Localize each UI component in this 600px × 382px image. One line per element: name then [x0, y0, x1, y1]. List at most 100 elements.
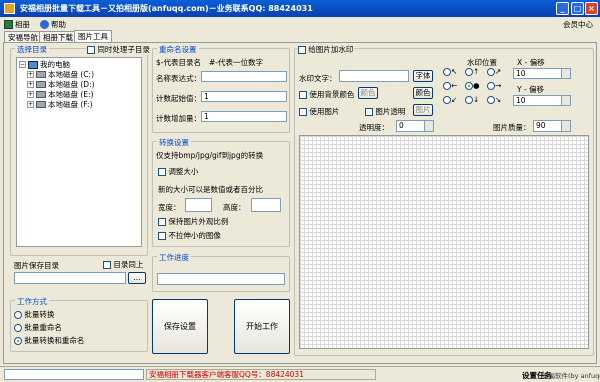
process-subdirs-box[interactable] — [87, 46, 95, 54]
close-button[interactable]: × — [585, 2, 598, 15]
collapse-icon[interactable]: − — [19, 61, 26, 68]
process-subdirs-checkbox[interactable]: 同时处理子目录 — [86, 44, 151, 55]
spinner-arrows-icon[interactable] — [424, 121, 433, 131]
radio-both[interactable] — [14, 337, 22, 345]
save-dir-input[interactable] — [14, 272, 126, 284]
rename-group: 重命名设置 $-代表目录名 #-代表一位数字 名称表达式： 计数起始值： 1 计… — [152, 44, 290, 133]
expand-icon[interactable]: + — [27, 91, 34, 98]
pos-top-left[interactable]: ↖ — [443, 67, 457, 76]
member-center-link[interactable]: 会员中心 — [563, 18, 593, 30]
resize-checkbox[interactable]: 调整大小 — [158, 166, 198, 177]
font-button[interactable]: 字体 — [413, 70, 433, 82]
arrow-e-icon: → — [495, 81, 502, 90]
height-input[interactable] — [251, 198, 281, 212]
convert-support-text: 仅支持bmp/jpg/gif到jpg的转换 — [156, 151, 264, 160]
increment-input[interactable]: 1 — [201, 111, 287, 122]
image-transparent-checkbox[interactable]: 图片透明 — [365, 106, 405, 117]
watermark-text-input[interactable] — [339, 70, 409, 82]
expand-icon[interactable]: + — [27, 101, 34, 108]
save-settings-button[interactable]: 保存设置 — [152, 299, 208, 354]
expand-icon[interactable]: + — [27, 81, 34, 88]
tree-drive-d[interactable]: + 本地磁盘 (D:) — [27, 80, 95, 89]
spinner-arrows-icon[interactable] — [561, 121, 570, 131]
no-enlarge-box[interactable] — [158, 232, 166, 240]
arrow-w-icon: ← — [451, 81, 458, 90]
pos-top-right[interactable]: ↗ — [487, 67, 501, 76]
mode-option-rename[interactable]: 批量重命名 — [14, 322, 62, 333]
radio-top-left[interactable] — [443, 68, 451, 76]
progress-bar — [157, 273, 285, 285]
arrow-ne-icon: ↗ — [495, 67, 502, 76]
pos-bottom[interactable]: ↓ — [465, 95, 479, 104]
mode-option-convert[interactable]: 批量转换 — [14, 309, 54, 320]
keep-ratio-box[interactable] — [158, 218, 166, 226]
app-icon — [4, 3, 15, 14]
radio-top[interactable] — [465, 68, 473, 76]
pos-right[interactable]: → — [487, 81, 501, 90]
same-dir-checkbox[interactable]: 目录同上 — [103, 259, 143, 270]
text-color-button[interactable]: 颜色 — [413, 87, 433, 99]
image-button[interactable]: 图片 — [413, 104, 433, 116]
radio-bottom-right[interactable] — [487, 96, 495, 104]
radio-top-right[interactable] — [487, 68, 495, 76]
watermark-enable-box[interactable] — [298, 46, 306, 54]
y-offset-spinner[interactable]: 10 — [513, 95, 571, 106]
position-grid: ↖ ↑ ↗ ← ● → ↙ ↓ ↘ — [443, 67, 505, 107]
title-bar: 安福相册批量下载工具－又拍相册版(anfuqq.com)－业务联系QQ: 884… — [0, 0, 600, 17]
radio-center[interactable] — [465, 82, 473, 90]
radio-convert[interactable] — [14, 311, 22, 319]
image-transparent-box[interactable] — [365, 108, 373, 116]
expand-icon[interactable]: + — [27, 71, 34, 78]
width-input[interactable] — [185, 198, 212, 212]
x-offset-spinner[interactable]: 10 — [513, 68, 571, 79]
pos-bottom-left[interactable]: ↙ — [443, 95, 457, 104]
resize-box[interactable] — [158, 168, 166, 176]
progress-group: 工作进度 — [152, 252, 290, 292]
x-offset-value: 10 — [516, 69, 526, 78]
bg-color-button[interactable]: 颜色 — [358, 87, 378, 99]
folder-tree[interactable]: − 我的电脑 + 本地磁盘 (C:) + 本地磁盘 (D:) + 本地磁盘 (E:) +… — [16, 57, 142, 247]
radio-bottom-left[interactable] — [443, 96, 451, 104]
radio-rename[interactable] — [14, 324, 22, 332]
album-menu[interactable]: 相册 — [4, 18, 30, 30]
progress-legend: 工作进度 — [157, 252, 191, 263]
quality-spinner[interactable]: 90 — [533, 120, 571, 132]
opacity-spinner[interactable]: 0 — [396, 120, 434, 132]
start-value-input[interactable]: 1 — [201, 91, 287, 102]
resize-label: 调整大小 — [168, 167, 199, 176]
preview-canvas — [299, 135, 589, 349]
radio-left[interactable] — [443, 82, 451, 90]
pos-bottom-right[interactable]: ↘ — [487, 95, 501, 104]
spinner-arrows-icon[interactable] — [561, 69, 570, 78]
name-expression-input[interactable] — [201, 71, 287, 82]
no-enlarge-checkbox[interactable]: 不拉伸小的图像 — [158, 230, 221, 241]
tree-drive-c[interactable]: + 本地磁盘 (C:) — [27, 70, 94, 79]
keep-ratio-checkbox[interactable]: 保持图片外观比例 — [158, 216, 228, 227]
arrow-sw-icon: ↙ — [451, 95, 458, 104]
tree-root[interactable]: − 我的电脑 — [19, 60, 70, 69]
mode-legend: 工作方式 — [15, 296, 49, 307]
pos-center[interactable]: ● — [465, 81, 480, 90]
browse-button[interactable]: ... — [128, 272, 146, 284]
maximize-button[interactable]: □ — [571, 2, 584, 15]
use-image-checkbox[interactable]: 使用图片 — [299, 106, 339, 117]
tree-drive-e[interactable]: + 本地磁盘 (E:) — [27, 90, 94, 99]
mode-option-both[interactable]: 批量转换和重命名 — [14, 335, 84, 346]
tree-drive-f[interactable]: + 本地磁盘 (F:) — [27, 100, 93, 109]
radio-right[interactable] — [487, 82, 495, 90]
spinner-arrows-icon[interactable] — [561, 96, 570, 105]
help-menu[interactable]: 帮助 — [40, 18, 66, 30]
watermark-enable-checkbox[interactable]: 给图片加水印 — [297, 44, 355, 55]
minimize-button[interactable]: _ — [556, 2, 569, 15]
start-work-button[interactable]: 开始工作 — [234, 299, 290, 354]
same-dir-box[interactable] — [103, 261, 111, 269]
pos-top[interactable]: ↑ — [465, 67, 479, 76]
use-bg-color-box[interactable] — [299, 91, 307, 99]
toolbar: 相册 帮助 会员中心 — [0, 17, 600, 31]
use-image-box[interactable] — [299, 108, 307, 116]
radio-bottom[interactable] — [465, 96, 473, 104]
use-bg-color-label: 使用背景颜色 — [309, 90, 355, 99]
pos-left[interactable]: ← — [443, 81, 457, 90]
opacity-label: 透明度： — [359, 123, 389, 132]
use-bg-color-checkbox[interactable]: 使用背景颜色 — [299, 89, 354, 100]
